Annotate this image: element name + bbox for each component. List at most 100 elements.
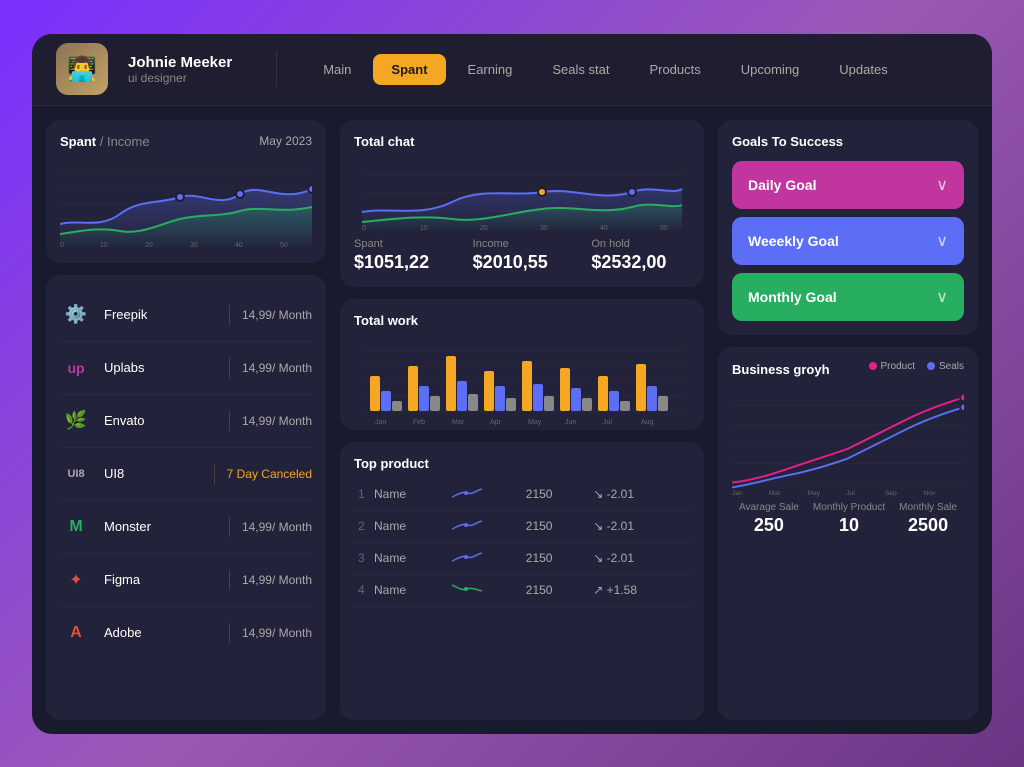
sub-divider-6	[229, 570, 230, 590]
sub-monster[interactable]: M Monster 14,99/ Month	[60, 501, 312, 554]
goal-monthly-label: Monthly Goal	[748, 289, 837, 305]
stat-onhold-value: $2532,00	[591, 252, 690, 273]
sub-envato[interactable]: 🌿 Envato 14,99/ Month	[60, 395, 312, 448]
product-row-2: 2 Name 2150 ↘ -2.01	[354, 510, 690, 542]
svg-text:50: 50	[660, 225, 668, 232]
ui8-name: UI8	[104, 466, 202, 481]
biz-stat-monthly-product: Monthly Product 10	[813, 502, 885, 536]
product-name-4: Name	[370, 574, 448, 606]
svg-text:Mar: Mar	[452, 419, 465, 426]
product-change-2: ↘ -2.01	[589, 510, 690, 542]
freepik-price: 14,99/ Month	[242, 308, 312, 322]
sub-divider-5	[229, 517, 230, 537]
ui8-price: 7 Day Canceled	[227, 467, 312, 481]
product-change-3: ↘ -2.01	[589, 542, 690, 574]
svg-text:Jun: Jun	[565, 419, 576, 426]
goal-monthly-arrow: ∨	[936, 287, 948, 307]
adobe-name: Adobe	[104, 625, 217, 640]
freepik-name: Freepik	[104, 307, 217, 322]
sub-divider-4	[214, 464, 215, 484]
svg-text:Jul: Jul	[603, 419, 612, 426]
sub-ui8[interactable]: UI8 UI8 7 Day Canceled	[60, 448, 312, 501]
spant-income-card: Spant / Income May 2023	[46, 120, 326, 263]
svg-text:Jan: Jan	[732, 490, 743, 497]
nav-tabs: Main Spant Earning Seals stat Products U…	[305, 54, 968, 85]
svg-text:Mar: Mar	[769, 490, 781, 497]
goals-card: Goals To Success Daily Goal ∨ Weeekly Go…	[718, 120, 978, 335]
goal-weekly[interactable]: Weeekly Goal ∨	[732, 217, 964, 265]
stat-income-label: Income	[473, 238, 572, 250]
svg-text:40: 40	[600, 225, 608, 232]
svg-text:0: 0	[362, 225, 366, 232]
svg-text:Nov: Nov	[923, 490, 936, 497]
goal-daily[interactable]: Daily Goal ∨	[732, 161, 964, 209]
stat-income-value: $2010,55	[473, 252, 572, 273]
legend-product: Product	[869, 361, 915, 372]
total-work-card: Total work	[340, 299, 704, 430]
product-change-4: ↗ +1.58	[589, 574, 690, 606]
legend-seals-dot	[927, 362, 935, 370]
sub-uplabs[interactable]: up Uplabs 14,99/ Month	[60, 342, 312, 395]
svg-text:30: 30	[540, 225, 548, 232]
tab-updates[interactable]: Updates	[821, 54, 905, 85]
sub-divider	[229, 305, 230, 325]
app-container: 👨‍💻 Johnie Meeker ui designer Main Spant…	[32, 34, 992, 734]
spant-card-header: Spant / Income May 2023	[60, 134, 312, 149]
stat-spant-label: Spant	[354, 238, 453, 250]
sub-adobe[interactable]: A Adobe 14,99/ Month	[60, 607, 312, 659]
goal-weekly-label: Weeekly Goal	[748, 233, 839, 249]
sub-divider-7	[229, 623, 230, 643]
product-row-3: 3 Name 2150 ↘ -2.01	[354, 542, 690, 574]
monster-icon: M	[60, 511, 92, 543]
uplabs-icon: up	[60, 352, 92, 384]
middle-panel: Total chat	[340, 120, 704, 720]
svg-text:May: May	[807, 490, 820, 497]
product-num-3: 3	[354, 542, 370, 574]
business-growth-title: Business groyh	[732, 362, 830, 377]
avatar: 👨‍💻	[56, 43, 108, 95]
sub-freepik[interactable]: ⚙️ Freepik 14,99/ Month	[60, 289, 312, 342]
goal-monthly[interactable]: Monthly Goal ∨	[732, 273, 964, 321]
goal-daily-arrow: ∨	[936, 175, 948, 195]
header-divider	[276, 51, 277, 87]
biz-stat-avg-value: 250	[739, 515, 799, 536]
product-val-3: 2150	[522, 542, 590, 574]
svg-text:Feb: Feb	[413, 419, 425, 426]
top-product-card: Top product 1 Name 2150 ↘ -2.01 2 Name	[340, 442, 704, 720]
product-table: 1 Name 2150 ↘ -2.01 2 Name 2150 ↘ -2.01	[354, 479, 690, 607]
figma-name: Figma	[104, 572, 217, 587]
legend-seals-label: Seals	[939, 361, 964, 372]
sub-divider-2	[229, 358, 230, 378]
goals-title: Goals To Success	[732, 134, 964, 149]
tab-spant[interactable]: Spant	[373, 54, 445, 85]
user-role: ui designer	[128, 71, 232, 85]
stat-onhold: On hold $2532,00	[591, 238, 690, 273]
product-name-3: Name	[370, 542, 448, 574]
uplabs-price: 14,99/ Month	[242, 361, 312, 375]
figma-price: 14,99/ Month	[242, 573, 312, 587]
total-chat-title: Total chat	[354, 134, 690, 149]
biz-stat-avg: Avarage Sale 250	[739, 502, 799, 536]
tab-main[interactable]: Main	[305, 54, 369, 85]
stat-income: Income $2010,55	[473, 238, 572, 273]
biz-stat-monthly-sale-value: 2500	[899, 515, 957, 536]
svg-text:20: 20	[480, 225, 488, 232]
legend-product-dot	[869, 362, 877, 370]
tab-upcoming[interactable]: Upcoming	[723, 54, 818, 85]
total-chat-chart: 0 10 20 30 40 50	[354, 157, 690, 232]
svg-text:40: 40	[235, 242, 243, 249]
svg-text:Sep: Sep	[885, 490, 897, 497]
svg-text:10: 10	[420, 225, 428, 232]
product-name-2: Name	[370, 510, 448, 542]
sub-figma[interactable]: ✦ Figma 14,99/ Month	[60, 554, 312, 607]
main-content: Spant / Income May 2023	[32, 106, 992, 734]
svg-text:May: May	[528, 419, 542, 426]
adobe-icon: A	[60, 617, 92, 649]
total-chat-card: Total chat	[340, 120, 704, 287]
monster-name: Monster	[104, 519, 217, 534]
tab-products[interactable]: Products	[631, 54, 718, 85]
business-stats: Avarage Sale 250 Monthly Product 10 Mont…	[732, 502, 964, 536]
tab-seals[interactable]: Seals stat	[534, 54, 627, 85]
legend-seals: Seals	[927, 361, 964, 372]
tab-earning[interactable]: Earning	[450, 54, 531, 85]
